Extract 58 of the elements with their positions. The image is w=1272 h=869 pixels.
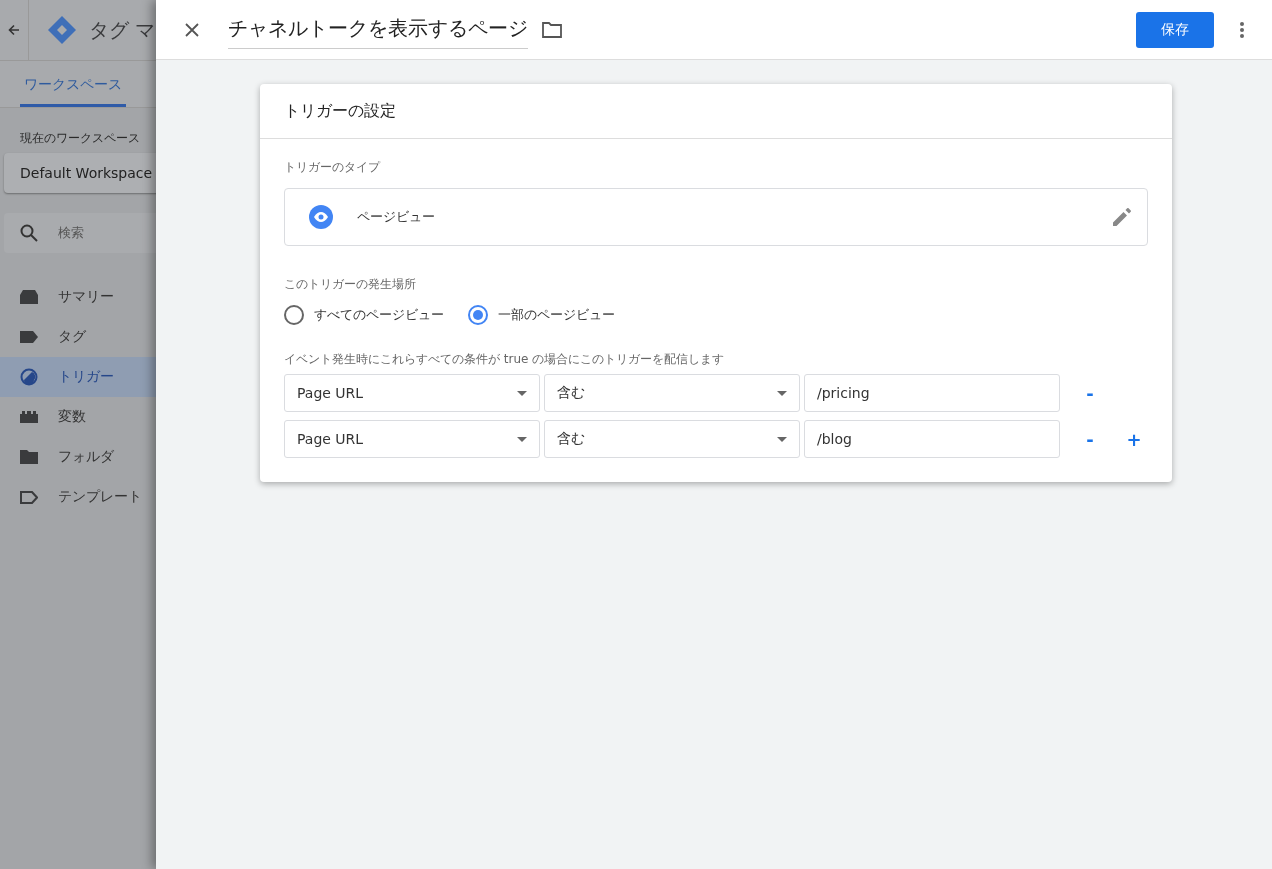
remove-condition-button[interactable]: - — [1078, 427, 1102, 451]
diamond-logo-icon — [47, 15, 77, 45]
search-icon — [20, 224, 38, 242]
card-title: トリガーの設定 — [260, 84, 1172, 139]
caret-icon — [777, 390, 787, 396]
nav-label: タグ — [58, 328, 86, 346]
nav-item[interactable]: 変数 — [0, 397, 156, 437]
nav-label: 変数 — [58, 408, 86, 426]
scope-label: このトリガーの発生場所 — [284, 276, 417, 293]
save-button[interactable]: 保存 — [1136, 11, 1214, 48]
operator-select[interactable]: 含む — [544, 420, 800, 458]
radio-option[interactable]: すべてのページビュー — [284, 305, 444, 325]
caret-icon — [517, 436, 527, 442]
nav-item[interactable]: フォルダ — [0, 437, 156, 477]
caret-icon — [777, 436, 787, 442]
folder-outline-icon — [542, 21, 562, 38]
nav-label: フォルダ — [58, 448, 114, 466]
tag-icon — [20, 331, 38, 343]
radio-option[interactable]: 一部のページビュー — [468, 305, 615, 325]
nav-label: サマリー — [58, 288, 114, 306]
nav-item[interactable]: テンプレート — [0, 477, 156, 517]
nav-label: テンプレート — [58, 488, 142, 506]
tag-outline-icon — [20, 490, 38, 504]
add-condition-button[interactable]: + — [1122, 427, 1146, 451]
nav-label: トリガー — [58, 368, 114, 386]
radio-button[interactable] — [284, 305, 304, 325]
conditions-label: イベント発生時にこれらすべての条件が true の場合にこのトリガーを配信します — [284, 351, 726, 368]
brick-icon — [20, 411, 38, 423]
trigger-icon — [20, 368, 38, 386]
folder-icon — [20, 450, 38, 464]
more-vertical-icon — [1240, 21, 1244, 38]
workspace-selector[interactable]: Default Workspace — [4, 153, 156, 193]
radio-button[interactable] — [468, 305, 488, 325]
nav-item[interactable]: タグ — [0, 317, 156, 357]
workspace-label: 現在のワークスペース — [20, 130, 141, 147]
variable-select[interactable]: Page URL — [284, 374, 540, 412]
search-placeholder: 検索 — [58, 224, 84, 242]
search-field[interactable]: 検索 — [4, 213, 156, 253]
back-arrow-icon — [8, 24, 20, 36]
remove-condition-button[interactable]: - — [1078, 381, 1102, 405]
value-field[interactable]: /blog — [804, 420, 1060, 458]
trigger-name-field[interactable]: チャネルトークを表示するページ — [228, 10, 528, 49]
variable-select[interactable]: Page URL — [284, 420, 540, 458]
close-icon — [185, 22, 199, 37]
operator-select[interactable]: 含む — [544, 374, 800, 412]
caret-icon — [517, 390, 527, 396]
nav-item[interactable]: サマリー — [0, 277, 156, 317]
trigger-type-box[interactable]: ページビュー — [284, 188, 1148, 246]
nav-item[interactable]: トリガー — [0, 357, 156, 397]
trigger-type-name: ページビュー — [357, 208, 436, 226]
eye-icon — [309, 205, 333, 229]
radio-label: すべてのページビュー — [314, 306, 444, 324]
radio-label: 一部のページビュー — [498, 306, 615, 324]
value-field[interactable]: /pricing — [804, 374, 1060, 412]
app-title: タグ マ — [89, 16, 156, 44]
pencil-icon[interactable] — [1113, 208, 1131, 226]
trigger-type-label: トリガーのタイプ — [284, 159, 382, 176]
tray-icon — [20, 290, 38, 304]
